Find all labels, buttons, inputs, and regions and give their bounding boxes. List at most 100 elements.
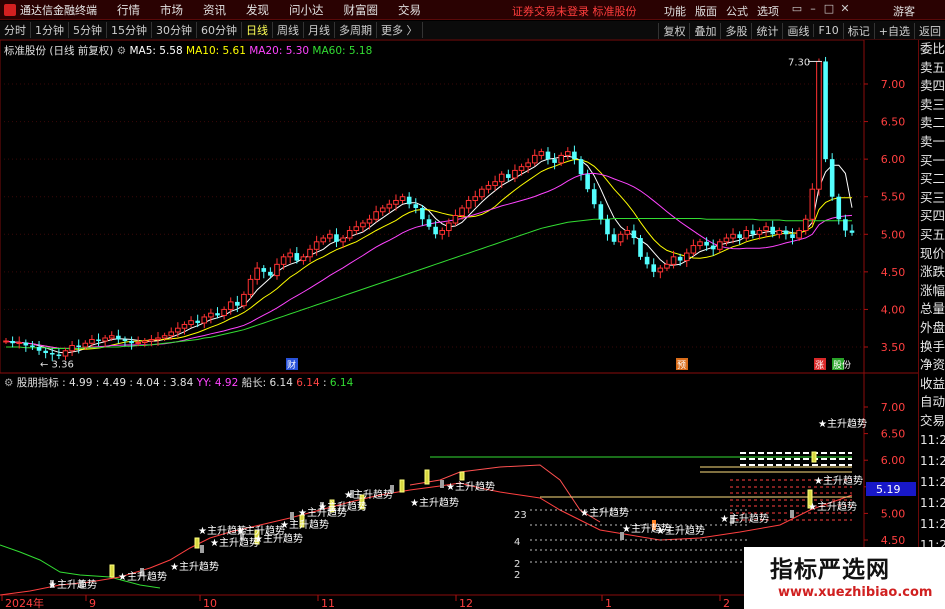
- side-panel-item[interactable]: 买三: [919, 189, 945, 208]
- multi-stock-button[interactable]: 多股: [720, 22, 751, 39]
- side-panel-item[interactable]: 卖四: [919, 77, 945, 96]
- period-60min[interactable]: 60分钟: [197, 22, 242, 38]
- period-monthly[interactable]: 月线: [304, 22, 335, 38]
- minimize-icon[interactable]: –: [806, 2, 820, 15]
- period-30min[interactable]: 30分钟: [152, 22, 197, 38]
- menu-quotes[interactable]: 行情: [117, 2, 140, 18]
- candle-body: [208, 312, 214, 318]
- candle-body: [188, 320, 194, 325]
- period-1min[interactable]: 1分钟: [31, 22, 69, 38]
- menu-market[interactable]: 市场: [160, 2, 183, 18]
- side-panel-bottom-item[interactable]: 自动: [919, 393, 945, 412]
- candle-body: [538, 151, 545, 156]
- candle-body: [644, 256, 650, 265]
- menu-trade[interactable]: 交易: [398, 2, 421, 18]
- candle-body: [572, 151, 577, 160]
- ind-y-tick-label: 6.50: [881, 428, 906, 441]
- period-15min[interactable]: 15分钟: [107, 22, 152, 38]
- side-panel-item[interactable]: 收益: [919, 375, 945, 394]
- candle-body: [756, 230, 763, 235]
- side-panel-item[interactable]: 总量: [919, 300, 945, 319]
- candle-body: [406, 196, 412, 205]
- candle-body: [638, 238, 643, 257]
- menu-news[interactable]: 资讯: [203, 2, 226, 18]
- candle-body: [327, 233, 333, 239]
- menu-formula[interactable]: 公式: [726, 3, 748, 19]
- period-tick[interactable]: 分时: [0, 22, 31, 38]
- settings-icon[interactable]: ⚙: [117, 45, 126, 57]
- maximize-icon[interactable]: □: [822, 2, 836, 15]
- candle-body: [227, 301, 234, 310]
- side-panel-item[interactable]: 卖二: [919, 114, 945, 133]
- right-menu: 功能 版面 公式 选项: [664, 3, 788, 19]
- candle-body: [591, 189, 597, 205]
- side-panel-item[interactable]: 买四: [919, 207, 945, 226]
- candle-body: [108, 335, 115, 339]
- side-panel-item[interactable]: 买一: [919, 152, 945, 171]
- indicator-layer: ★主升趋势★主升趋势★主升趋势★主升趋势★主升趋势★主升趋势★主升趋势★主升趋势…: [0, 417, 867, 596]
- menu-options[interactable]: 选项: [757, 3, 779, 19]
- candle-body: [201, 316, 208, 324]
- title-bar: 通达信金融终端 行情 市场 资讯 发现 问小达 财富圈 交易 证券交易未登录 标…: [0, 0, 945, 20]
- stats-button[interactable]: 统计: [751, 22, 782, 39]
- side-panel-item[interactable]: 卖一: [919, 133, 945, 152]
- side-panel-item[interactable]: 净资: [919, 356, 945, 375]
- ind-side-number: 23: [514, 510, 527, 521]
- ind-grey-bar: [200, 545, 204, 553]
- period-multi[interactable]: 多周期: [335, 22, 377, 38]
- period-more[interactable]: 更多 〉: [377, 22, 423, 38]
- menu-ask[interactable]: 问小达: [289, 2, 324, 18]
- side-panel-item[interactable]: 卖五: [919, 59, 945, 78]
- overlay-button[interactable]: 叠加: [689, 22, 720, 39]
- guest-login[interactable]: 游客: [893, 3, 915, 19]
- toolbar-right: 复权 叠加 多股 统计 画线 F10 标记 +自选 返回: [658, 21, 945, 40]
- period-toolbar: 分时 1分钟 5分钟 15分钟 30分钟 60分钟 日线 周线 月线 多周期 更…: [0, 21, 945, 40]
- restore-icon[interactable]: ▭: [790, 2, 804, 15]
- chart-mode: (日线 前复权): [49, 45, 114, 57]
- side-panel-item[interactable]: 涨幅: [919, 282, 945, 301]
- draw-button[interactable]: 画线: [782, 22, 813, 39]
- ind-signal-bar: [194, 537, 200, 549]
- menu-function[interactable]: 功能: [664, 3, 686, 19]
- add-watchlist-button[interactable]: +自选: [873, 22, 914, 39]
- period-5min[interactable]: 5分钟: [69, 22, 107, 38]
- menu-discover[interactable]: 发现: [246, 2, 269, 18]
- side-panel-item[interactable]: 换手: [919, 338, 945, 357]
- side-panel-bottom-item[interactable]: 交易: [919, 412, 945, 431]
- side-panel-item[interactable]: 涨跌: [919, 263, 945, 282]
- candle-body: [690, 245, 697, 254]
- menu-wealth[interactable]: 财富圈: [344, 2, 379, 18]
- candle-body: [578, 159, 584, 175]
- adjust-button[interactable]: 复权: [658, 22, 689, 39]
- mark-button[interactable]: 标记: [842, 22, 874, 39]
- candle-body: [506, 174, 511, 178]
- indicator-settings-icon[interactable]: ⚙: [4, 377, 13, 389]
- menu-layout[interactable]: 版面: [695, 3, 717, 19]
- candle-body: [155, 337, 161, 340]
- kline-chart[interactable]: ★主升趋势★主升趋势★主升趋势★主升趋势★主升趋势★主升趋势★主升趋势★主升趋势…: [0, 40, 918, 609]
- side-panel-item[interactable]: 买二: [919, 170, 945, 189]
- trend-label: ★主升趋势: [280, 518, 329, 531]
- side-panel-item[interactable]: 现价: [919, 245, 945, 264]
- chart-grid: [0, 40, 918, 609]
- high-price-label: 7.30: [788, 57, 810, 68]
- candle-body: [545, 151, 551, 160]
- period-weekly[interactable]: 周线: [273, 22, 304, 38]
- ind-y-tick-label: 6.00: [881, 454, 906, 467]
- candle-body: [802, 218, 809, 232]
- login-notice[interactable]: 证券交易未登录 标准股份: [512, 3, 637, 19]
- f10-button[interactable]: F10: [813, 24, 842, 37]
- side-panel-item[interactable]: 卖三: [919, 96, 945, 115]
- side-panel-item[interactable]: 外盘: [919, 319, 945, 338]
- x-tick-label: 10: [203, 597, 217, 609]
- side-panel-item[interactable]: 买五: [919, 226, 945, 245]
- period-daily[interactable]: 日线: [242, 22, 273, 38]
- side-panel-item[interactable]: 委比: [919, 40, 945, 59]
- trend-label: ★主升趋势: [656, 524, 705, 537]
- side-panel-time: 11:29: [920, 517, 945, 532]
- candle-body: [261, 268, 267, 272]
- close-icon[interactable]: ✕: [838, 2, 852, 15]
- ind-y-tick-label: 7.00: [881, 401, 906, 414]
- trend-label: ★主升趋势: [254, 532, 303, 545]
- back-button[interactable]: 返回: [914, 22, 945, 39]
